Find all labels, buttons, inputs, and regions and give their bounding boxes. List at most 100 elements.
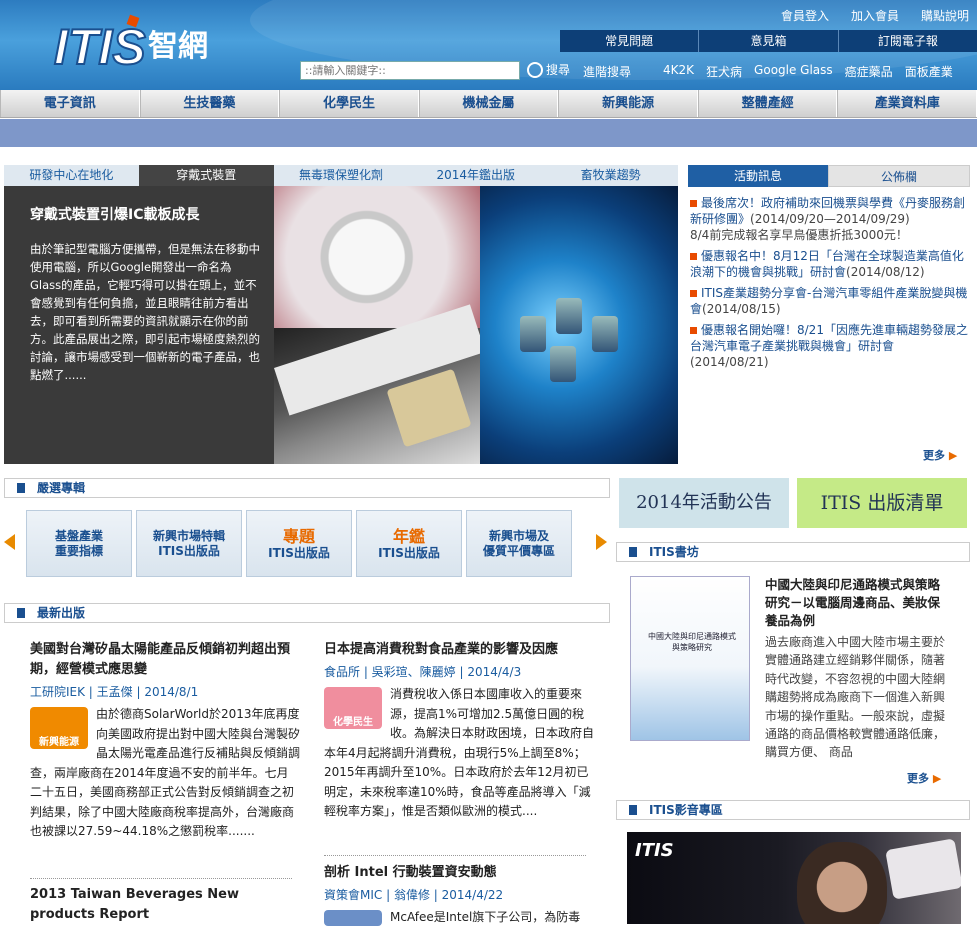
- carousel-item[interactable]: 年鑑 ITIS出版品: [356, 510, 462, 577]
- publication-item: 美國對台灣矽晶太陽能產品反傾銷初判超出預期，經營模式應思變 工研院IEK | 王…: [30, 640, 300, 842]
- book-cover-title: 中國大陸與印尼通路模式與策略研究: [648, 632, 736, 652]
- publication-title[interactable]: 剖析 Intel 行動裝置資安動態: [324, 863, 594, 883]
- book-more-link[interactable]: 更多 ▶: [907, 770, 941, 786]
- publication-meta[interactable]: 工研院IEK | 王孟傑 | 2014/8/1: [30, 683, 300, 700]
- section-bar-icon: [629, 805, 637, 815]
- hot-keyword[interactable]: Google Glass: [754, 63, 833, 80]
- video-player[interactable]: ITIS: [627, 832, 961, 924]
- presenter-shape: [797, 842, 887, 924]
- pocket-watch-image[interactable]: [274, 186, 480, 328]
- carousel-item[interactable]: 基盤產業 重要指標: [26, 510, 132, 577]
- hot-keyword[interactable]: 狂犬病: [706, 63, 742, 80]
- book-title[interactable]: 中國大陸與印尼通路模式與策略研究－以電腦周邊商品、美妝保養品為例: [765, 576, 950, 630]
- section-featured: 嚴選專輯: [4, 478, 610, 498]
- news-date: (2014/08/12): [846, 265, 925, 279]
- carousel-line2: 重要指標: [54, 544, 103, 558]
- feature-body: 由於筆記型電腦方便攜帶，但是無法在移動中使用電腦，所以Google開發出一命名為…: [30, 242, 260, 382]
- news-item[interactable]: ITIS產業趨勢分享會-台灣汽車零組件產業脫變與機會(2014/08/15): [690, 285, 972, 317]
- carousel-item[interactable]: 新興市場及 優質平價專區: [466, 510, 572, 577]
- nav-biotech[interactable]: 生技醫藥: [139, 90, 280, 117]
- login-link[interactable]: 會員登入: [781, 7, 829, 24]
- circuit-board-image[interactable]: [480, 186, 678, 464]
- bullet-icon: [690, 327, 697, 334]
- capacitor-shape: [520, 316, 546, 352]
- publication-meta[interactable]: 食品所 | 吳彩瑄、陳麗婷 | 2014/4/3: [324, 663, 594, 680]
- tab-events[interactable]: 活動訊息: [688, 165, 828, 187]
- book-description: 過去廠商進入中國大陸市場主要於實體通路建立經銷夥伴關係，隨著時代改變，不容忽視的…: [765, 635, 946, 760]
- catalog-banner[interactable]: ITIS 出版清單: [797, 478, 967, 528]
- publication-item: 2013 Taiwan Beverages New products Repor…: [30, 885, 300, 925]
- bullet-icon: [690, 290, 697, 297]
- thumb-label: 新興能源: [39, 737, 79, 748]
- carousel-line2: ITIS出版品: [378, 546, 440, 560]
- news-more-link[interactable]: 更多 ▶: [923, 447, 957, 463]
- divider: [30, 878, 292, 879]
- tab-bulletin[interactable]: 公佈欄: [828, 165, 970, 187]
- news-tabs: 活動訊息 公佈欄: [688, 165, 970, 187]
- feature-tab[interactable]: 2014年鑑出版: [408, 165, 543, 186]
- publication-title[interactable]: 2013 Taiwan Beverages New products Repor…: [30, 885, 300, 925]
- bullet-icon: [690, 200, 697, 207]
- feedback-link[interactable]: 意見箱: [698, 30, 837, 52]
- nav-chemical[interactable]: 化學民生: [279, 90, 419, 117]
- nav-energy[interactable]: 新興能源: [558, 90, 698, 117]
- hot-keyword[interactable]: 面板產業: [905, 63, 953, 80]
- faq-link[interactable]: 常見問題: [560, 30, 698, 52]
- search-button[interactable]: 搜尋: [527, 61, 570, 78]
- book-info: 中國大陸與印尼通路模式與策略研究－以電腦周邊商品、美妝保養品為例 過去廠商進入中…: [765, 576, 950, 762]
- more-label: 更多: [923, 449, 945, 462]
- news-item[interactable]: 優惠報名開始囉！8/21「因應先進車輛趨勢發展之台灣汽車電子產業挑戰與機會」研討…: [690, 322, 972, 370]
- itis-logo[interactable]: ITIS 智網: [52, 12, 242, 76]
- news-item[interactable]: 最後席次！政府補助來回機票與學費《丹麥服務創新研修團》(2014/09/20—2…: [690, 195, 972, 243]
- points-link[interactable]: 購點說明: [921, 7, 969, 24]
- search-input[interactable]: [300, 61, 520, 80]
- advanced-search-link[interactable]: 進階搜尋: [583, 63, 631, 80]
- sub-nav: 常見問題 意見箱 訂閱電子報: [560, 30, 977, 52]
- feature-tabs: 研發中心在地化 穿戴式裝置 無毒環保塑化劑 2014年鑑出版 畜牧業趨勢: [4, 165, 678, 186]
- section-video: ITIS影音專區: [616, 800, 970, 820]
- feature-tab[interactable]: 畜牧業趨勢: [543, 165, 678, 186]
- section-bookshop: ITIS書坊: [616, 542, 970, 562]
- energy-category-icon[interactable]: 新興能源: [30, 707, 88, 749]
- join-link[interactable]: 加入會員: [851, 7, 899, 24]
- hot-keyword[interactable]: 4K2K: [663, 63, 694, 80]
- news-title[interactable]: 優惠報名開始囉！8/21「因應先進車輛趨勢發展之台灣汽車電子產業挑戰與機會」研討…: [690, 323, 968, 353]
- chemical-category-icon[interactable]: 化學民生: [324, 687, 382, 729]
- news-date: (2014/08/21): [690, 355, 769, 369]
- book-cover[interactable]: 中國大陸與印尼通路模式與策略研究: [630, 576, 750, 741]
- carousel-item[interactable]: 新興市場特輯 ITIS出版品: [136, 510, 242, 577]
- divider: [324, 855, 586, 856]
- publication-title[interactable]: 日本提高消費稅對食品產業的影響及因應: [324, 640, 594, 660]
- feature-panel: 穿戴式裝置引爆IC載板成長 由於筆記型電腦方便攜帶，但是無法在移動中使用電腦，所…: [4, 186, 678, 464]
- hot-keywords: 進階搜尋 4K2K 狂犬病 Google Glass 癌症藥品 面板產業: [583, 63, 953, 80]
- carousel-line1: 新興市場及: [488, 529, 549, 543]
- section-title: ITIS書坊: [649, 545, 699, 559]
- arrow-right-icon: ▶: [932, 772, 942, 785]
- hot-keyword[interactable]: 癌症藥品: [845, 63, 893, 80]
- carousel-item[interactable]: 專題 ITIS出版品: [246, 510, 352, 577]
- news-item[interactable]: 優惠報名中！8月12日「台灣在全球製造業高值化浪潮下的機會與挑戰」研討會(201…: [690, 248, 972, 280]
- capacitor-shape: [556, 298, 582, 334]
- carousel-line1: 專題: [282, 527, 315, 546]
- feature-title[interactable]: 穿戴式裝置引爆IC載板成長: [30, 204, 260, 224]
- feature-tab[interactable]: 研發中心在地化: [4, 165, 139, 186]
- carousel-next-icon[interactable]: [596, 534, 607, 550]
- site-header: ITIS 智網 會員登入 加入會員 購點說明 常見問題 意見箱 訂閱電子報 搜尋…: [0, 0, 977, 90]
- video-logo: ITIS: [635, 840, 674, 861]
- nav-machinery[interactable]: 機械金屬: [418, 90, 559, 117]
- newsletter-link[interactable]: 訂閱電子報: [837, 30, 977, 52]
- main-nav: 電子資訊 生技醫藥 化學民生 機械金屬 新興能源 整體產經 產業資料庫: [0, 90, 977, 118]
- publication-title[interactable]: 美國對台灣矽晶太陽能產品反傾銷初判超出預期，經營模式應思變: [30, 640, 300, 680]
- section-bar-icon: [17, 483, 25, 493]
- feature-tab[interactable]: 無毒環保塑化劑: [274, 165, 409, 186]
- nav-database[interactable]: 產業資料庫: [837, 90, 977, 117]
- feature-tab-active[interactable]: 穿戴式裝置: [138, 165, 274, 186]
- publication-meta[interactable]: 資策會MIC | 翁偉修 | 2014/4/22: [324, 886, 594, 903]
- capacitor-shape: [550, 346, 576, 382]
- nav-electronics[interactable]: 電子資訊: [0, 90, 140, 117]
- carousel-line1: 新興市場特輯: [152, 529, 225, 543]
- carousel-prev-icon[interactable]: [4, 534, 15, 550]
- nav-economy[interactable]: 整體產經: [697, 90, 838, 117]
- activity-banner[interactable]: 2014年活動公告: [619, 478, 789, 528]
- sim-chip-image[interactable]: [274, 304, 486, 464]
